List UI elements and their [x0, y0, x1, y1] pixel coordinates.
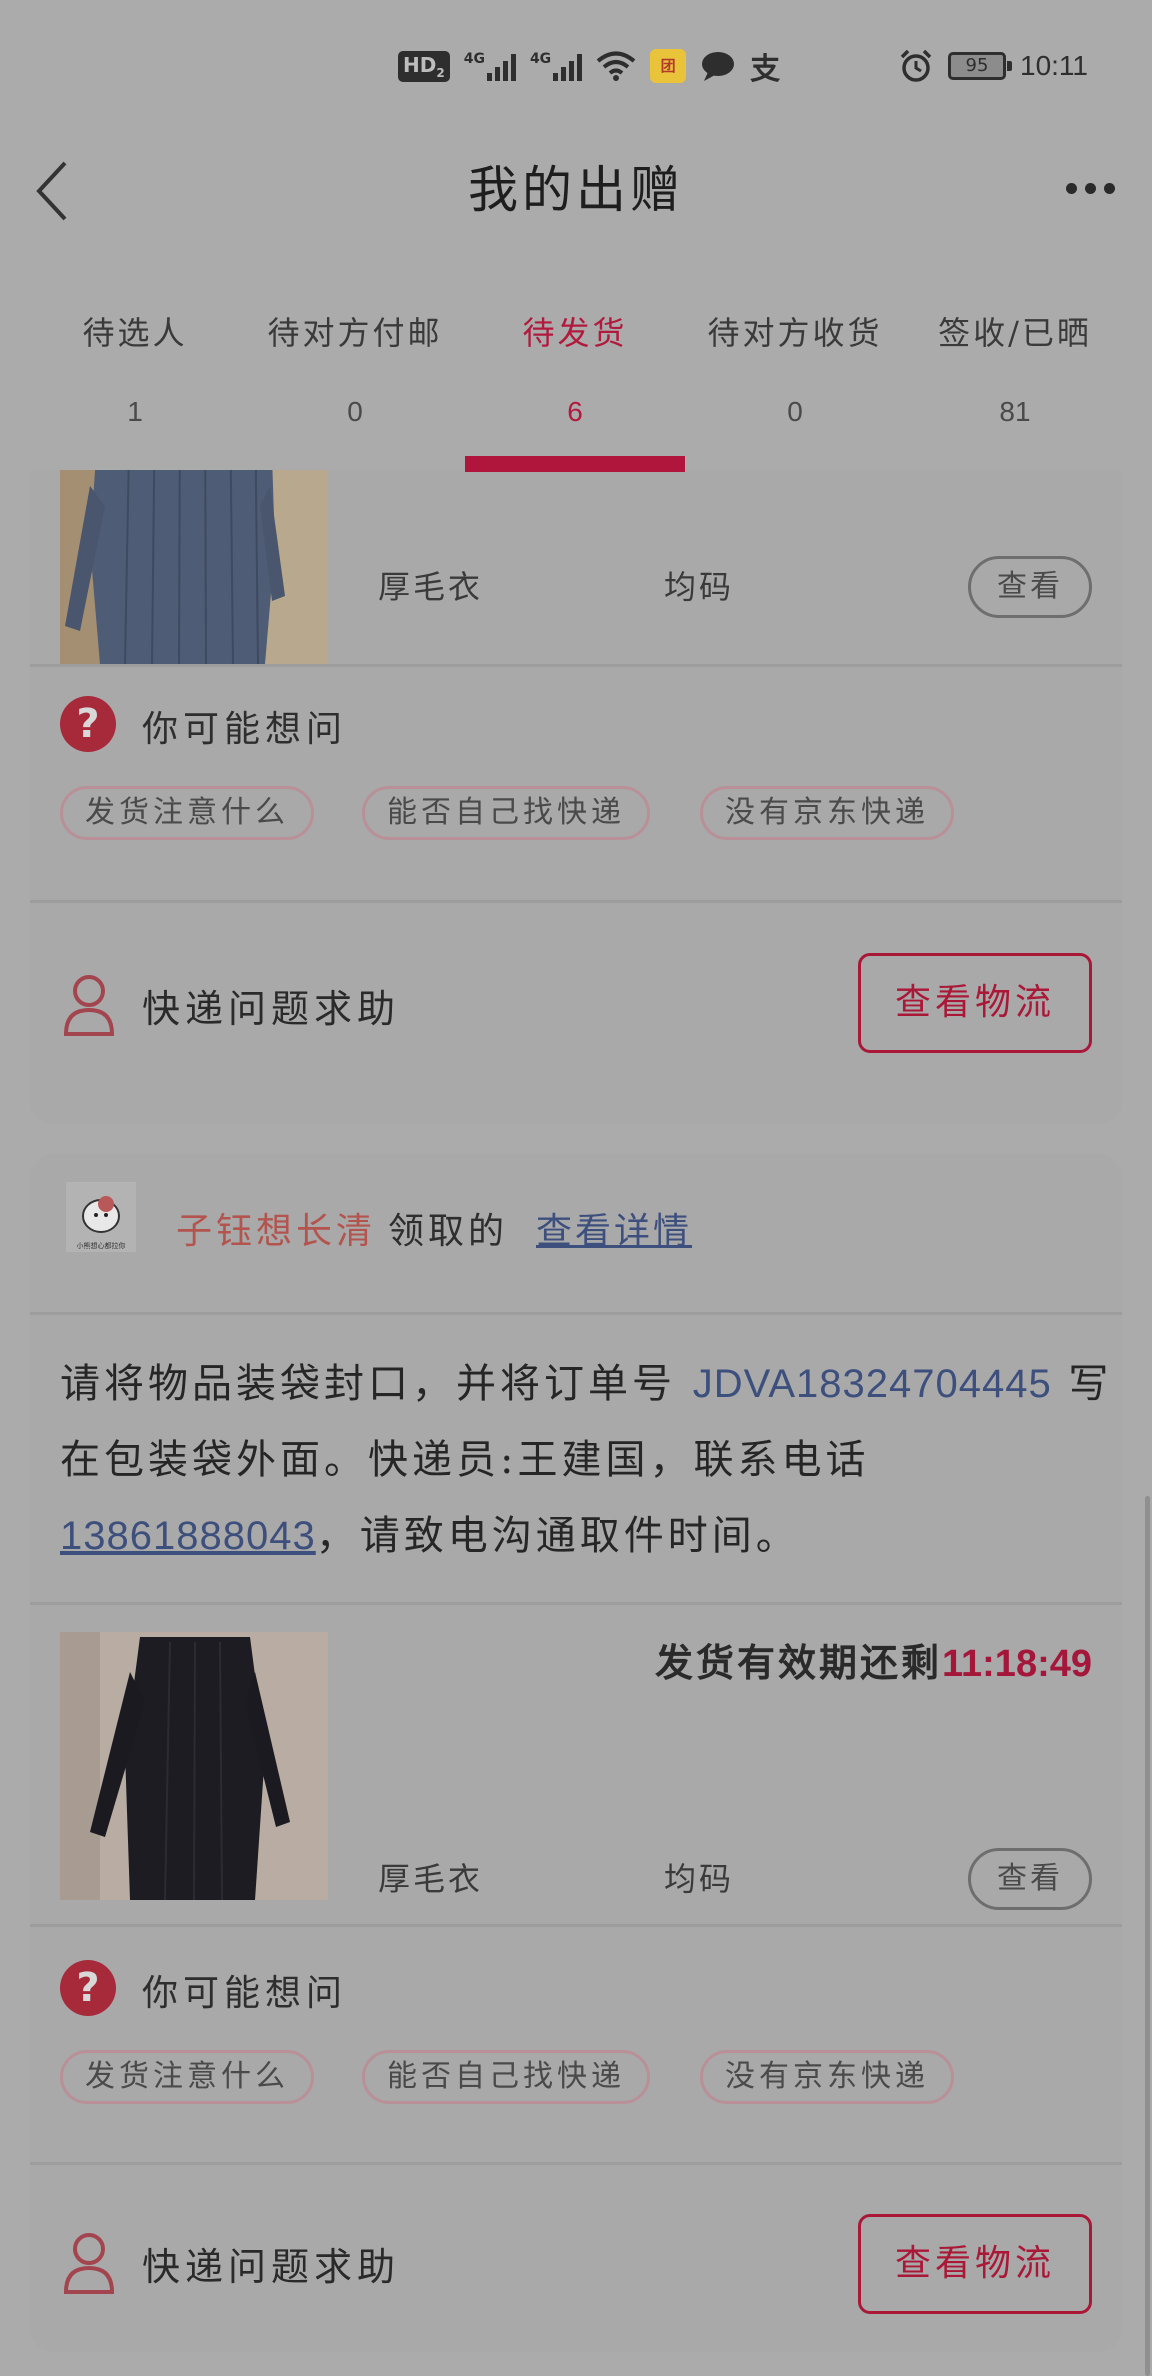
hd-icon: HD2	[398, 50, 450, 82]
nav-bar: 我的出赠	[0, 136, 1152, 266]
view-item-button[interactable]: 查看	[968, 1848, 1092, 1910]
item-photo[interactable]	[60, 470, 328, 664]
battery-icon: 95	[948, 52, 1012, 80]
order-number[interactable]: JDVA18324704445	[693, 1362, 1052, 1406]
tab-pending-selection[interactable]: 待选人 1	[25, 266, 245, 470]
wifi-icon	[596, 51, 636, 81]
shipping-instructions: 请将物品装袋封口，并将订单号 JDVA18324704445 写在包装袋外面。快…	[60, 1346, 1120, 1574]
scrollbar[interactable]	[1145, 1496, 1150, 2376]
person-icon	[63, 975, 115, 1036]
tab-count: 81	[999, 396, 1031, 427]
status-icons-right: 95 10:11	[898, 46, 1088, 86]
faq-chip-shipping-notes[interactable]: 发货注意什么	[60, 2050, 314, 2104]
question-icon: ?	[60, 696, 116, 752]
courier-help-label[interactable]: 快递问题求助	[142, 2236, 400, 2291]
page: HD2 4G 4G 团 支 95 10:11 我的出赠 待选人 1 待对方付邮 …	[0, 0, 1152, 2376]
more-dot-icon	[1084, 182, 1096, 194]
divider	[30, 1602, 1122, 1605]
tab-label: 待选人	[82, 314, 188, 352]
tab-label: 待发货	[522, 314, 628, 352]
status-tabs: 待选人 1 待对方付邮 0 待发货 6 待对方收货 0 签收/已晒 81	[0, 266, 1152, 472]
question-icon: ?	[60, 1960, 116, 2016]
more-dot-icon	[1065, 182, 1077, 194]
status-bar: HD2 4G 4G 团 支 95 10:11	[0, 0, 1152, 136]
claimer-name[interactable]: 子钰想长清	[176, 1202, 376, 1254]
view-logistics-button[interactable]: 查看物流	[858, 953, 1092, 1053]
courier-help-label[interactable]: 快递问题求助	[142, 978, 400, 1033]
item-name: 厚毛衣	[378, 1860, 484, 1898]
tab-count: 1	[127, 396, 143, 427]
view-details-link[interactable]: 查看详情	[536, 1202, 692, 1254]
tab-count: 6	[567, 396, 583, 427]
view-logistics-button[interactable]: 查看物流	[858, 2214, 1092, 2314]
claim-label: 领取的	[388, 1211, 509, 1252]
item-row: 厚毛衣 均码 查看	[30, 1632, 1122, 1910]
black-knit-dress-image	[60, 1632, 328, 1900]
divider	[30, 664, 1122, 667]
signal-2-icon: 4G	[530, 51, 583, 81]
blue-knit-dress-image	[60, 470, 328, 664]
order-list[interactable]: 厚毛衣 均码 查看 ? 你可能想问 发货注意什么 能否自己找快递 没有京东快递 …	[0, 470, 1152, 2376]
chat-bubble-icon	[702, 52, 735, 81]
view-item-button[interactable]: 查看	[968, 556, 1092, 618]
faq-chip-no-jd-express[interactable]: 没有京东快递	[700, 2050, 954, 2104]
divider	[30, 2162, 1122, 2165]
item-photo[interactable]	[60, 1632, 328, 1900]
item-name: 厚毛衣	[378, 568, 484, 606]
clock: 10:11	[1020, 50, 1088, 81]
order-card: 小熊想心都拉你 子钰想长清 领取的 查看详情 请将物品装袋封口，并将订单号 JD…	[30, 1154, 1122, 2352]
tab-pending-postage[interactable]: 待对方付邮 0	[245, 266, 465, 470]
instructions-text: ，请致电沟通取件时间。	[315, 1513, 800, 1559]
tab-label: 签收/已晒	[938, 314, 1092, 352]
avatar-caption: 小熊想心都拉你	[77, 1241, 126, 1250]
faq-title: 你可能想问	[142, 709, 348, 750]
faq-chip-no-jd-express[interactable]: 没有京东快递	[700, 786, 954, 840]
faq-title: 你可能想问	[142, 1973, 348, 2014]
tab-count: 0	[347, 396, 363, 427]
more-dot-icon	[1103, 182, 1115, 194]
status-icons-left: HD2 4G 4G 团 支	[398, 46, 781, 87]
divider	[30, 900, 1122, 903]
page-title: 我的出赠	[468, 161, 684, 219]
item-size: 均码	[664, 568, 735, 606]
order-card: 厚毛衣 均码 查看 ? 你可能想问 发货注意什么 能否自己找快递 没有京东快递 …	[30, 470, 1122, 1124]
tab-pending-shipment[interactable]: 待发货 6	[465, 266, 685, 472]
item-size: 均码	[664, 1860, 735, 1898]
divider	[30, 1924, 1122, 1927]
divider	[30, 1312, 1122, 1315]
instructions-text: 请将物品装袋封口，并将订单号	[60, 1361, 693, 1407]
person-icon	[63, 2233, 115, 2294]
tab-label: 待对方付邮	[267, 314, 443, 352]
faq-chip-shipping-notes[interactable]: 发货注意什么	[60, 786, 314, 840]
tab-label: 待对方收货	[707, 314, 883, 352]
courier-phone-link[interactable]: 13861888043	[60, 1514, 316, 1558]
tab-received-shared[interactable]: 签收/已晒 81	[905, 266, 1125, 470]
tab-indicator	[465, 456, 685, 472]
tab-count: 0	[787, 396, 803, 427]
alarm-icon	[900, 49, 932, 82]
faq-chip-own-courier[interactable]: 能否自己找快递	[362, 2050, 650, 2104]
alipay-icon: 支	[750, 52, 781, 87]
user-avatar[interactable]: 小熊想心都拉你	[66, 1182, 136, 1252]
faq-chip-own-courier[interactable]: 能否自己找快递	[362, 786, 650, 840]
item-row: 厚毛衣 均码 查看	[30, 470, 1122, 664]
tuan-app-icon: 团	[650, 49, 687, 83]
more-options-button[interactable]	[1058, 158, 1122, 218]
tab-pending-receipt[interactable]: 待对方收货 0	[685, 266, 905, 470]
signal-1-icon: 4G	[464, 51, 516, 81]
